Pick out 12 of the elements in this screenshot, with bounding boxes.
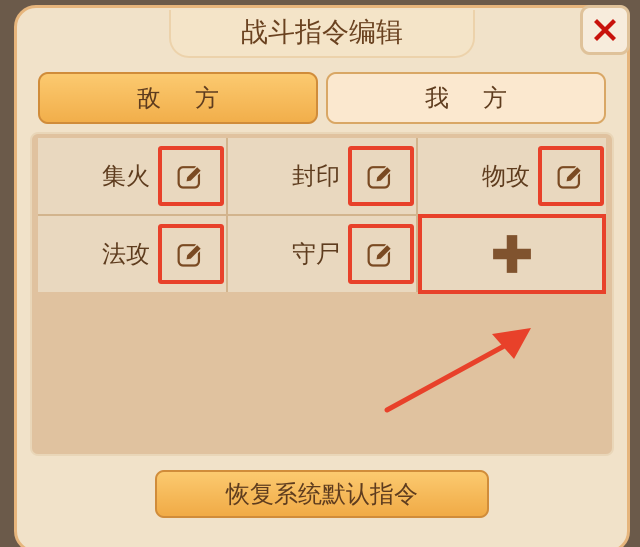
window-title: 战斗指令编辑	[241, 17, 403, 48]
tab[interactable]: 敌 方	[38, 72, 318, 124]
close-button[interactable]	[580, 5, 630, 55]
command-label: 守尸	[292, 239, 340, 270]
tab[interactable]: 我 方	[326, 72, 606, 124]
restore-defaults-button[interactable]: 恢复系统默认指令	[155, 470, 489, 518]
plus-icon	[491, 233, 533, 275]
command-label: 法攻	[102, 239, 150, 270]
command-label: 封印	[292, 161, 340, 192]
add-command-button[interactable]	[418, 214, 606, 294]
command-label: 物攻	[482, 161, 530, 192]
command-label: 集火	[102, 161, 150, 192]
